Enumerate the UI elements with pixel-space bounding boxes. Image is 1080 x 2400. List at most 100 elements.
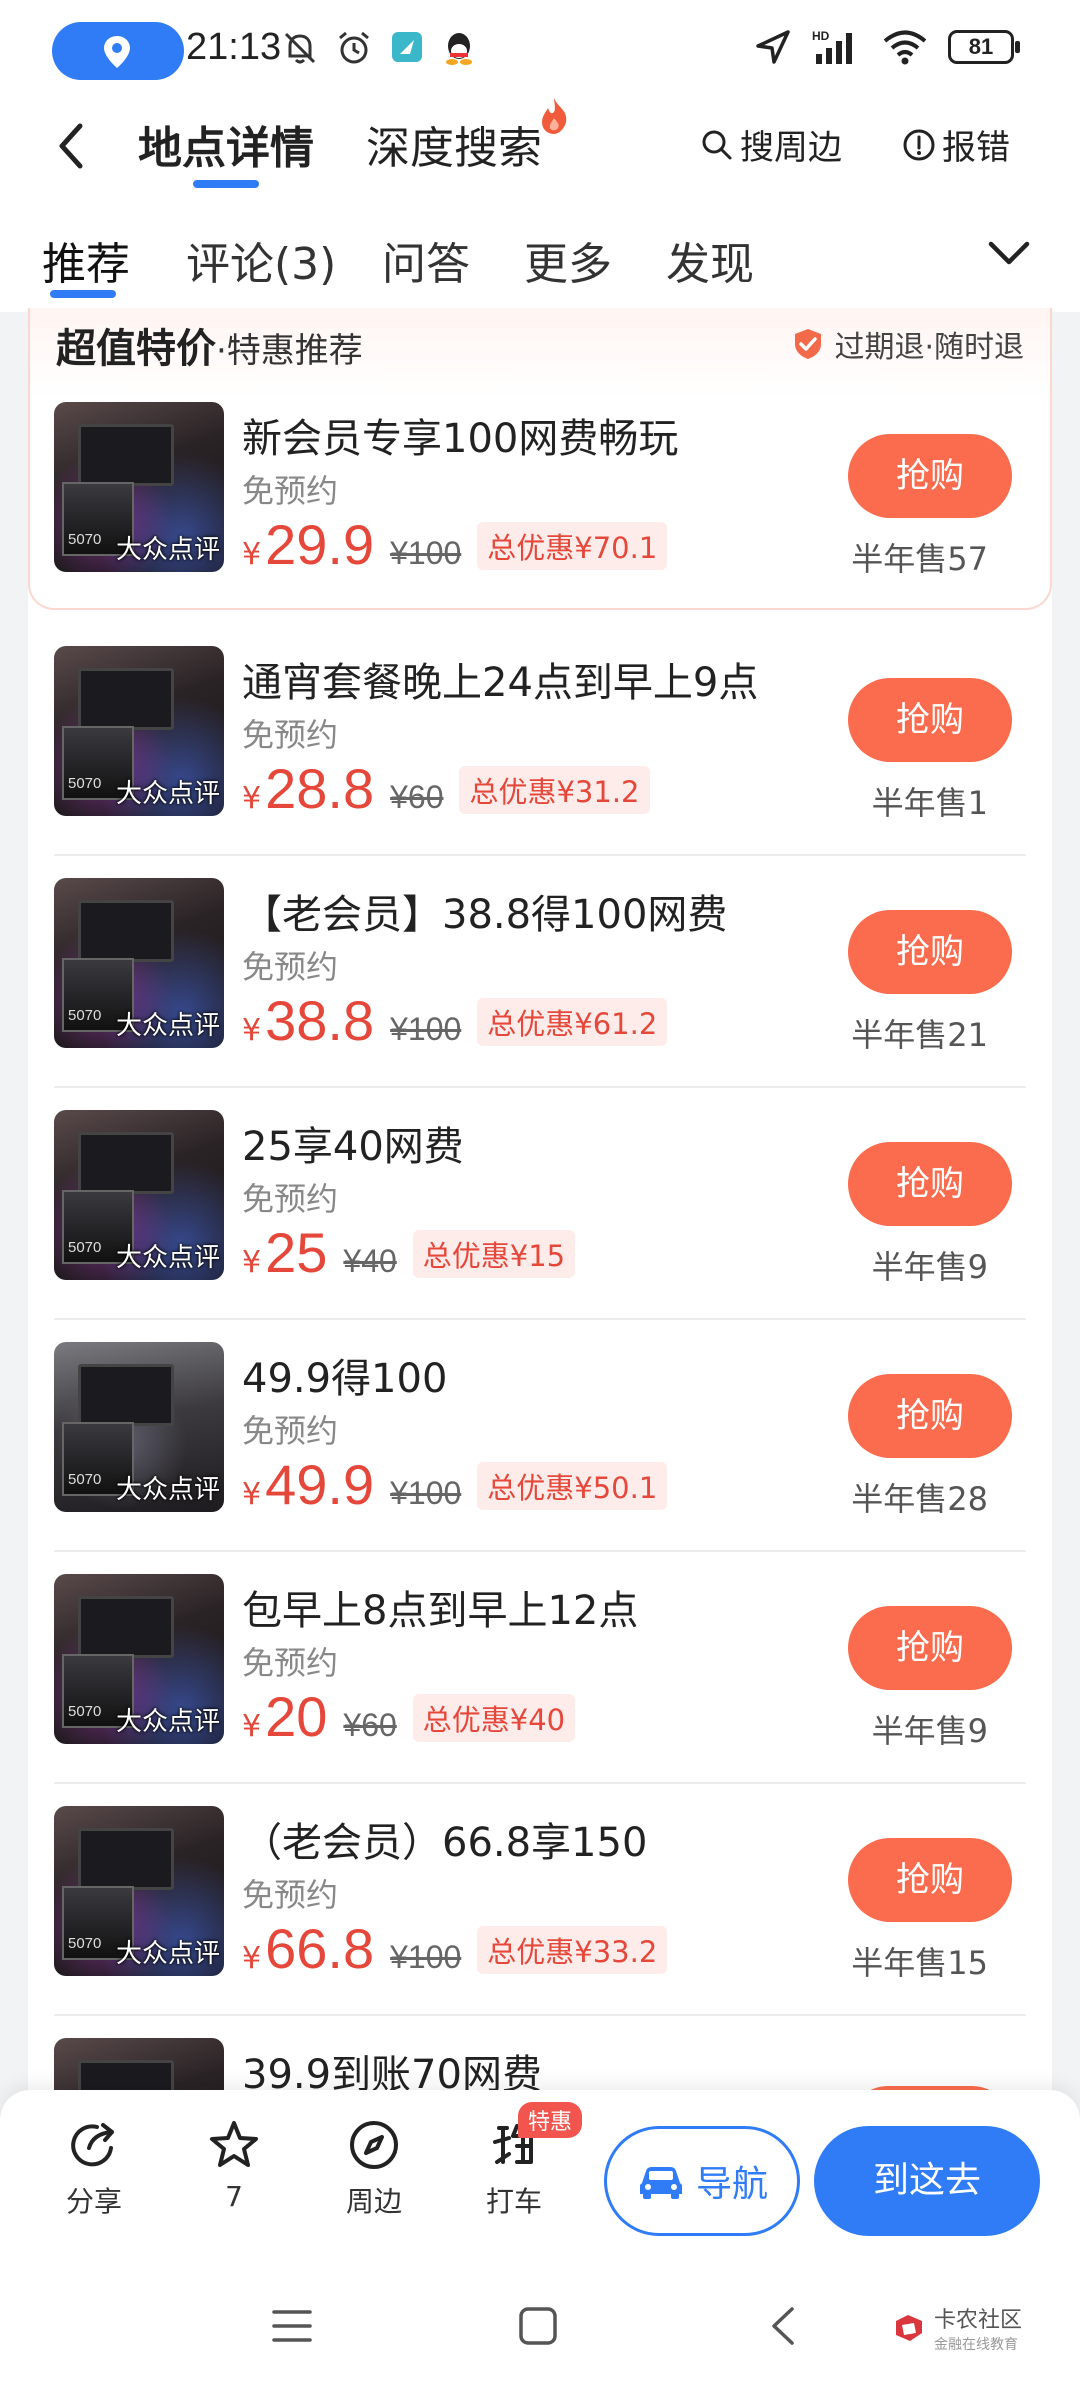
qq-icon	[446, 33, 472, 65]
share-label: 分享	[65, 2185, 122, 2218]
buy-button[interactable]: 抢购	[848, 910, 1012, 994]
deal-note: 免预约	[242, 1180, 339, 1218]
thumbnail-watermark: 大众点评	[115, 535, 220, 565]
navigate-label: 导航	[695, 2164, 768, 2205]
deal-item[interactable]: 5070 大众点评 新会员专享100网费畅玩 免预约 ¥29.9 ¥100 总优惠¥70.1…	[54, 402, 1026, 602]
tab-qa[interactable]: 问答	[382, 228, 470, 292]
signal-icon: HD	[812, 29, 852, 64]
tab-more[interactable]: 更多	[524, 228, 612, 292]
sold-count: 半年售15	[851, 1944, 988, 1982]
nearby-button[interactable]: 周边	[324, 2118, 424, 2220]
tab-place-details[interactable]: 地点详情	[138, 112, 314, 176]
back-icon[interactable]	[764, 2306, 804, 2346]
deal-title: 25享40网费	[242, 1124, 464, 1170]
currency-symbol: ¥	[242, 537, 262, 572]
system-navigation-bar: 卡农社区 金融在线教育	[0, 2260, 1080, 2400]
deal-thumbnail[interactable]: 5070大众点评	[54, 402, 224, 572]
sold-count: 半年售21	[851, 1016, 988, 1054]
location-pill[interactable]	[52, 22, 184, 80]
buy-button[interactable]: 抢购	[848, 1838, 1012, 1922]
report-error-button[interactable]: 报错	[902, 120, 1010, 169]
deal-thumbnail[interactable]: 5070大众点评	[54, 646, 224, 816]
section-tabs: 推荐 评论(3) 问答 更多 发现	[0, 200, 1080, 312]
deal-item[interactable]: 5070 大众点评 【老会员】38.8得100网费 免预约 ¥38.8 ¥100 总优惠¥6…	[54, 878, 1026, 1078]
wifi-icon	[883, 30, 927, 65]
navigate-button[interactable]: 导航	[604, 2126, 800, 2236]
deal-thumbnail[interactable]: 5070大众点评	[54, 1110, 224, 1280]
svg-text:HD: HD	[812, 29, 830, 43]
deal-price: 66.8	[265, 1917, 375, 1980]
nav-arrow-icon	[756, 30, 790, 64]
buy-button[interactable]: 抢购	[848, 1142, 1012, 1226]
item-divider	[54, 1550, 1026, 1552]
price-row: ¥25 ¥40 总优惠¥15	[242, 1220, 576, 1285]
original-price: ¥60	[343, 1707, 397, 1743]
thumbnail-watermark: 大众点评	[115, 779, 220, 809]
sold-count: 半年售1	[871, 784, 988, 822]
deal-thumbnail[interactable]: 5070大众点评	[54, 1342, 224, 1512]
deal-note: 免预约	[242, 1876, 339, 1914]
special-offer-header: 超值特价·特惠推荐	[56, 316, 363, 374]
status-bar: 21:13 HD 81	[0, 0, 1080, 92]
share-button[interactable]: 分享	[44, 2118, 144, 2220]
sold-count: 半年售28	[851, 1480, 988, 1518]
buy-button[interactable]: 抢购	[848, 1606, 1012, 1690]
tab-discover[interactable]: 发现	[666, 228, 754, 292]
refund-policy: 过期退·随时退	[792, 322, 1024, 366]
top-header: 地点详情 深度搜索 搜周边 报错	[0, 92, 1080, 200]
item-divider	[54, 2014, 1026, 2016]
report-error-label: 报错	[942, 128, 1010, 168]
chevron-down-icon[interactable]	[986, 238, 1032, 268]
currency-symbol: ¥	[242, 1941, 262, 1976]
deal-price: 20	[265, 1685, 328, 1748]
buy-button[interactable]: 抢购	[848, 1374, 1012, 1458]
discount-badge: 总优惠¥50.1	[477, 1462, 668, 1510]
monitor-graphic	[78, 900, 174, 962]
monitor-graphic	[78, 1596, 174, 1658]
item-divider	[54, 1782, 1026, 1784]
thumbnail-watermark: 大众点评	[115, 1707, 220, 1737]
discount-badge: 总优惠¥31.2	[459, 766, 650, 814]
go-here-button[interactable]: 到这去	[814, 2126, 1040, 2236]
shield-check-icon	[795, 329, 822, 359]
home-icon[interactable]	[518, 2306, 558, 2346]
menu-icon[interactable]	[272, 2306, 312, 2346]
deal-note: 免预约	[242, 1644, 339, 1682]
deal-thumbnail[interactable]: 5070大众点评	[54, 878, 224, 1048]
deal-item[interactable]: 5070 大众点评 25享40网费 免预约 ¥25 ¥40 总优惠¥15 抢购 半年售9	[54, 1110, 1026, 1310]
deal-item[interactable]: 5070 大众点评 49.9得100 免预约 ¥49.9 ¥100 总优惠¥50.1 抢购 半年…	[54, 1342, 1026, 1542]
price-row: ¥20 ¥60 总优惠¥40	[242, 1684, 576, 1749]
buy-button[interactable]: 抢购	[848, 678, 1012, 762]
original-price: ¥100	[390, 1939, 462, 1975]
deal-price: 28.8	[265, 757, 375, 820]
compass-icon	[350, 2121, 398, 2169]
deal-thumbnail[interactable]: 5070大众点评	[54, 1806, 224, 1976]
deal-title: 通宵套餐晚上24点到早上9点	[242, 660, 759, 706]
discount-badge: 总优惠¥33.2	[477, 1926, 668, 1974]
thumbnail-watermark: 大众点评	[115, 1939, 220, 1969]
tab-recommend[interactable]: 推荐	[42, 228, 130, 292]
original-price: ¥40	[343, 1243, 397, 1279]
deal-thumbnail[interactable]: 5070大众点评	[54, 1574, 224, 1744]
active-tab-indicator	[193, 180, 259, 188]
back-arrow-icon[interactable]	[48, 116, 94, 176]
battery-indicator: 81	[948, 30, 1020, 64]
deal-item[interactable]: 5070 大众点评 （老会员）66.8享150 免预约 ¥66.8 ¥100 总优惠¥33.…	[54, 1806, 1026, 2006]
deal-item[interactable]: 5070 大众点评 通宵套餐晚上24点到早上9点 免预约 ¥28.8 ¥60 总优惠¥31.…	[54, 646, 1026, 846]
buy-button[interactable]: 抢购	[848, 434, 1012, 518]
deal-title: 新会员专享100网费畅玩	[242, 416, 679, 462]
deal-item[interactable]: 5070 大众点评 包早上8点到早上12点 免预约 ¥20 ¥60 总优惠¥40 抢购 半年售9	[54, 1574, 1026, 1774]
active-subtab-indicator	[50, 290, 116, 298]
bottom-action-bar: 分享 7 周边 打车 特惠 导航 到这去	[0, 2090, 1080, 2260]
search-icon	[702, 130, 732, 159]
tab-reviews[interactable]: 评论(3)	[186, 228, 336, 292]
brand-tagline: 金融在线教育	[933, 2337, 1018, 2353]
search-nearby-button[interactable]: 搜周边	[700, 120, 842, 169]
tab-deep-search[interactable]: 深度搜索	[366, 112, 542, 176]
price-row: ¥28.8 ¥60 总优惠¥31.2	[242, 756, 650, 821]
price-row: ¥29.9 ¥100 总优惠¥70.1	[242, 512, 668, 577]
star-icon	[210, 2121, 258, 2167]
brand-logo-icon	[895, 2315, 922, 2341]
favorite-button[interactable]: 7	[184, 2118, 284, 2213]
deal-price: 38.8	[265, 989, 375, 1052]
